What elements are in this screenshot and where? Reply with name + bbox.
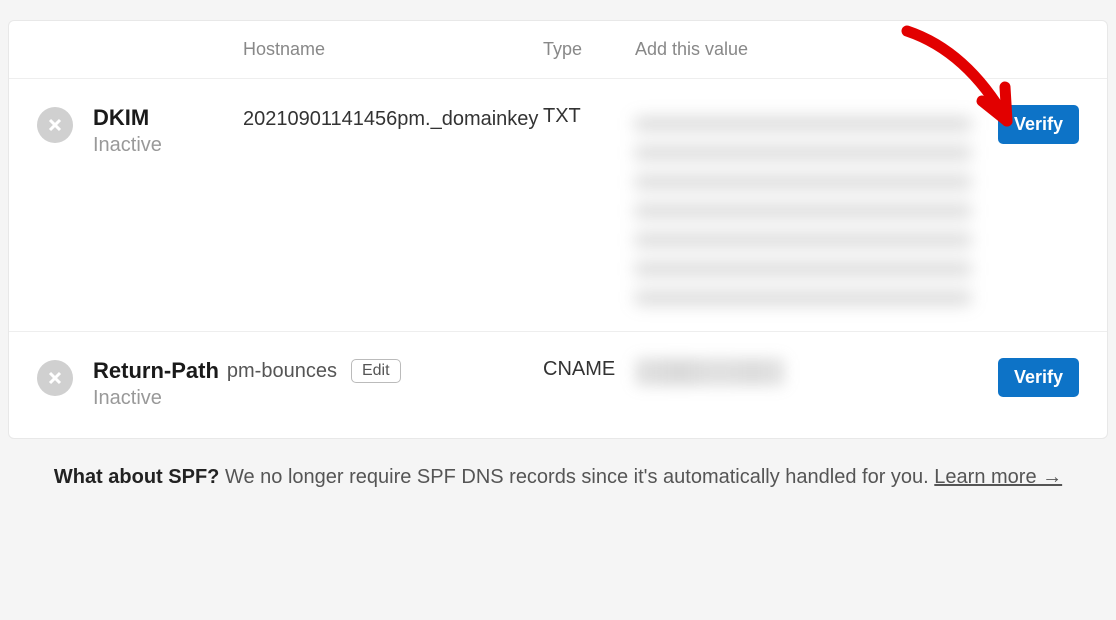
record-name: DKIM [93, 105, 243, 131]
edit-button[interactable]: Edit [351, 359, 401, 383]
hostname-value: 20210901141456pm._domainkey [243, 105, 543, 133]
dns-records-card: Hostname Type Add this value DKIM Inacti… [8, 20, 1108, 439]
header-value: Add this value [635, 39, 987, 60]
hostname-value: pm-bounces [227, 360, 337, 383]
table-row: DKIM Inactive 20210901141456pm._domainke… [9, 79, 1107, 332]
spf-note: What about SPF? We no longer require SPF… [8, 439, 1108, 515]
record-status: Inactive [93, 131, 243, 159]
x-circle-icon [37, 360, 73, 396]
type-value: CNAME [543, 358, 635, 381]
spf-lead: What about SPF? [54, 466, 220, 488]
spf-text: We no longer require SPF DNS records sin… [225, 466, 929, 488]
table-row: Return-Path pm-bounces Edit Inactive CNA… [9, 332, 1107, 438]
table-header: Hostname Type Add this value [9, 21, 1107, 79]
header-type: Type [543, 39, 635, 60]
record-status: Inactive [93, 384, 433, 412]
type-value: TXT [543, 105, 635, 128]
record-name: Return-Path [93, 358, 219, 384]
redacted-value [635, 358, 785, 386]
verify-button[interactable]: Verify [998, 358, 1079, 397]
learn-more-link[interactable]: Learn more → [934, 466, 1062, 488]
redacted-value [635, 105, 971, 305]
verify-button[interactable]: Verify [998, 105, 1079, 144]
header-hostname: Hostname [243, 39, 543, 60]
x-circle-icon [37, 107, 73, 143]
